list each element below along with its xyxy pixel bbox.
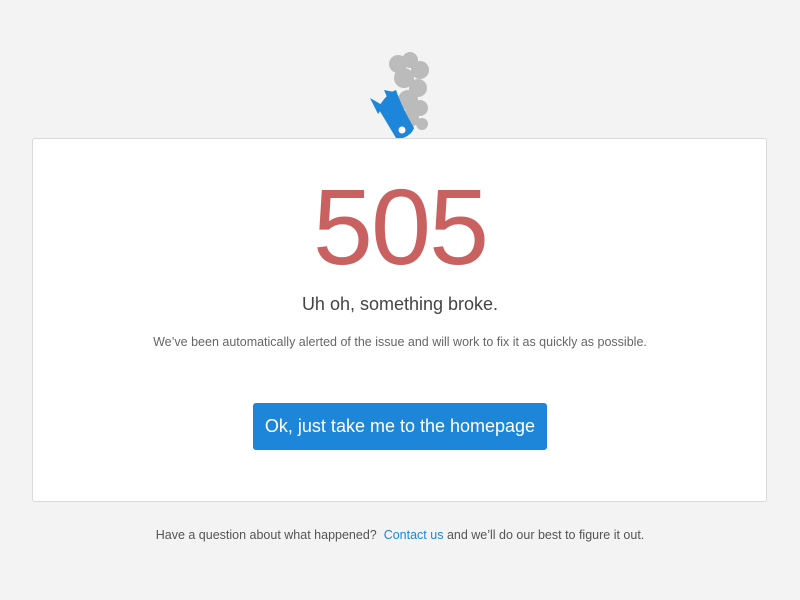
error-page: 505 Uh oh, something broke. We’ve been a… [0,0,800,600]
footer-help-text: Have a question about what happened? Con… [0,527,800,543]
homepage-button[interactable]: Ok, just take me to the homepage [253,403,547,450]
contact-us-link[interactable]: Contact us [384,528,444,542]
crashed-rocket-icon [360,50,440,142]
rocket-window-icon [398,126,406,134]
footer-suffix: and we’ll do our best to figure it out. [446,528,645,542]
error-message: We’ve been automatically alerted of the … [153,335,647,349]
error-headline: Uh oh, something broke. [301,294,499,314]
error-code: 505 [312,166,489,287]
footer-prefix: Have a question about what happened? [155,528,377,542]
